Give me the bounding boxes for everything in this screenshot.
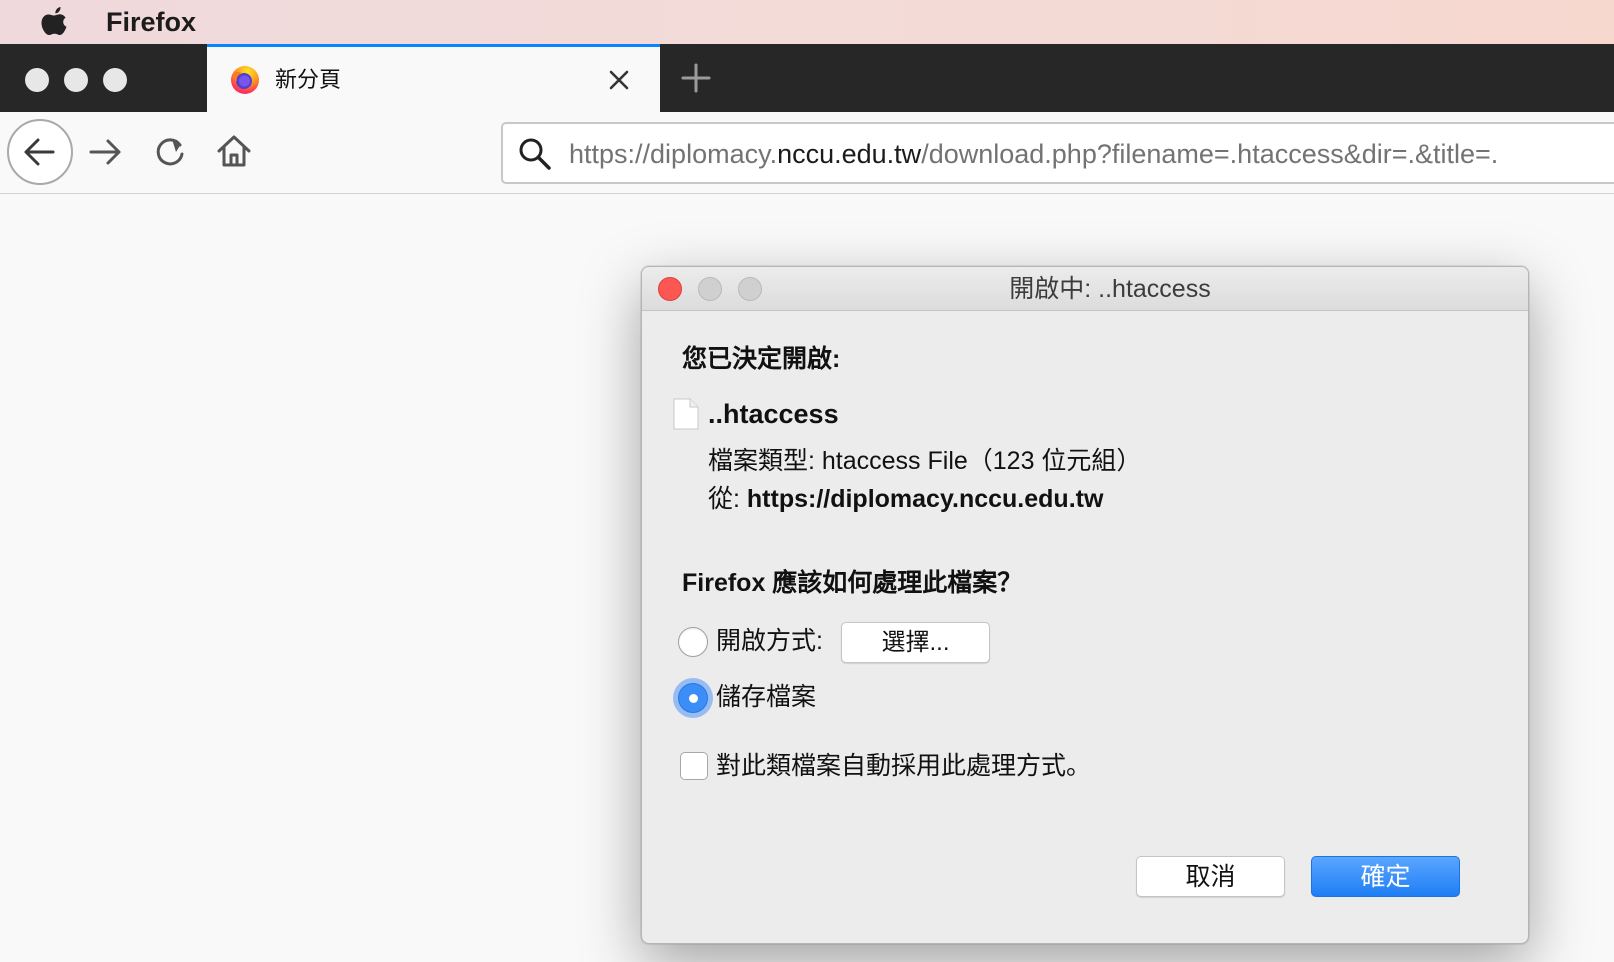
choose-application-button[interactable]: 選擇... [841, 622, 990, 663]
window-zoom-button[interactable] [103, 68, 127, 92]
filename: ..htaccess [708, 399, 839, 429]
nav-toolbar: https://diplomacy.nccu.edu.tw/download.p… [0, 112, 1614, 194]
url-domain: nccu.edu.tw [777, 139, 922, 169]
url-prefix: https://diplomacy. [569, 139, 778, 169]
arrow-right-icon[interactable] [86, 132, 126, 172]
ok-button[interactable]: 確定 [1311, 856, 1460, 897]
tab-new-tab[interactable]: 新分頁 [207, 44, 660, 112]
radio-selected-dot [689, 694, 698, 703]
window-minimize-button[interactable] [64, 68, 88, 92]
save-file-radio[interactable] [678, 683, 708, 713]
save-file-label[interactable]: 儲存檔案 [716, 681, 816, 713]
app-menu-firefox[interactable]: Firefox [106, 4, 196, 40]
from-label: 從: [708, 485, 740, 513]
back-button[interactable] [7, 119, 73, 185]
file-type-info: 檔案類型: htaccess File（123 位元組） [708, 447, 1142, 475]
home-icon[interactable] [214, 131, 254, 171]
from-url: https://diplomacy.nccu.edu.tw [746, 485, 1104, 513]
open-with-radio[interactable] [678, 627, 708, 657]
reload-icon[interactable] [150, 132, 190, 172]
download-dialog: 開啟中: ..htaccess 您已決定開啟: ..htaccess 檔案類型:… [641, 266, 1529, 944]
close-icon[interactable] [602, 63, 636, 97]
window-close-button[interactable] [25, 68, 49, 92]
auto-handle-checkbox[interactable] [680, 752, 708, 780]
url-suffix: /download.php?filename=.htaccess&dir=.&t… [921, 139, 1499, 169]
menu-bar: Firefox [0, 0, 1614, 44]
cancel-button[interactable]: 取消 [1136, 856, 1285, 897]
open-with-label[interactable]: 開啟方式: [716, 625, 823, 657]
url-bar[interactable]: https://diplomacy.nccu.edu.tw/download.p… [501, 122, 1614, 184]
apple-icon[interactable] [38, 5, 70, 39]
search-icon [519, 138, 551, 170]
handle-question: Firefox 應該如何處理此檔案？ [682, 569, 1023, 597]
decided-label: 您已決定開啟: [682, 345, 841, 373]
tab-title: 新分頁 [275, 67, 342, 92]
auto-handle-label[interactable]: 對此類檔案自動採用此處理方式。 [716, 750, 1091, 782]
file-source: 從: https://diplomacy.nccu.edu.tw [708, 483, 1103, 515]
plus-icon[interactable] [676, 58, 716, 98]
url-text: https://diplomacy.nccu.edu.tw/download.p… [569, 136, 1498, 172]
dialog-title: 開啟中: ..htaccess [1009, 275, 1211, 303]
file-icon [673, 398, 699, 430]
dialog-titlebar: 開啟中: ..htaccess [642, 267, 1528, 311]
tab-strip: 新分頁 [0, 44, 1614, 112]
arrow-left-icon [24, 138, 55, 166]
firefox-icon [231, 66, 259, 94]
